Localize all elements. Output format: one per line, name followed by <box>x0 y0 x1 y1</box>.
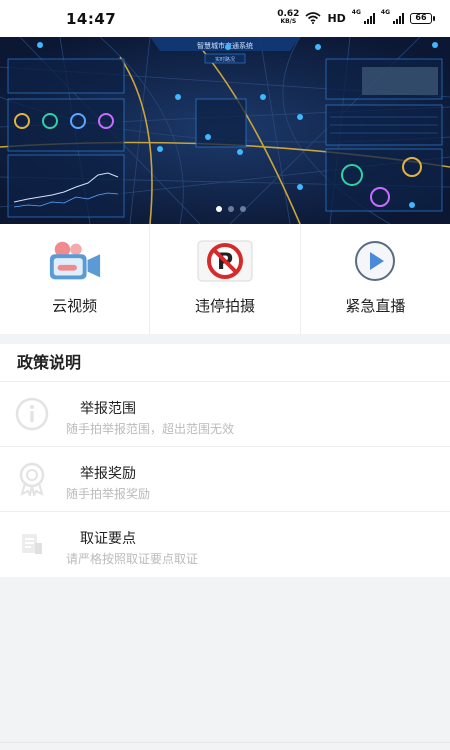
policy-section-title: 政策说明 <box>0 344 450 382</box>
info-icon <box>14 396 50 432</box>
policy-item-title: 举报奖励 <box>80 466 136 482</box>
action-illegal-parking[interactable]: P 违停拍摄 <box>150 224 301 334</box>
network-speed-unit: KB/S <box>280 18 297 25</box>
signal-icon <box>393 12 404 24</box>
banner-carousel[interactable]: 智慧城市交通系统 实时路况 <box>0 37 450 224</box>
sim1-network-label: 4G <box>351 9 361 16</box>
action-emergency-live[interactable]: 紧急直播 <box>301 224 450 334</box>
quick-actions: 云视频 P 违停拍摄 紧急直播 <box>0 224 450 334</box>
action-label: 违停拍摄 <box>194 297 255 315</box>
award-ribbon-icon <box>14 461 50 497</box>
smart-city-map-image: 智慧城市交通系统 实时路况 <box>0 37 450 224</box>
carousel-indicator <box>216 206 246 212</box>
play-circle-icon <box>347 241 403 281</box>
wifi-icon <box>305 12 321 24</box>
status-bar: 14:47 0.62 KB/S HD 4G 4G 66 <box>0 0 450 37</box>
status-icons: 0.62 KB/S HD 4G 4G 66 <box>277 9 435 26</box>
battery-icon: 66 <box>410 12 435 24</box>
network-speed-value: 0.62 <box>277 9 300 19</box>
signal-icon <box>363 12 375 24</box>
policy-item-subtitle: 请严格按照取证要点取证 <box>66 552 199 566</box>
banner-subtitle: 实时路况 <box>215 56 235 63</box>
hd-label: HD <box>327 11 346 25</box>
no-parking-icon: P <box>197 240 253 282</box>
policy-item-report-scope[interactable]: 举报范围 随手拍举报范围，超出范围无效 <box>0 382 450 447</box>
network-speed: 0.62 KB/S <box>277 10 299 26</box>
action-label: 云视频 <box>52 297 98 315</box>
action-label: 紧急直播 <box>345 297 406 315</box>
status-time: 14:47 <box>66 9 117 28</box>
action-cloud-video[interactable]: 云视频 <box>0 224 151 334</box>
banner-title: 智慧城市交通系统 <box>197 41 253 50</box>
policy-item-evidence-points[interactable]: 取证要点 请严格按照取证要点取证 <box>0 512 450 577</box>
policy-item-title: 取证要点 <box>80 531 136 547</box>
policy-item-report-reward[interactable]: 举报奖励 随手拍举报奖励 <box>0 447 450 512</box>
camcorder-icon <box>47 241 103 281</box>
document-icon <box>14 526 50 562</box>
policy-item-subtitle: 随手拍举报奖励 <box>66 487 151 501</box>
policy-section: 政策说明 举报范围 随手拍举报范围，超出范围无效 举报奖励 随手拍举报奖励 取证… <box>0 344 450 577</box>
sim2-network-label: 4G <box>380 9 390 16</box>
policy-item-subtitle: 随手拍举报范围，超出范围无效 <box>66 422 235 436</box>
bottom-divider <box>0 742 450 743</box>
policy-item-title: 举报范围 <box>80 401 136 417</box>
